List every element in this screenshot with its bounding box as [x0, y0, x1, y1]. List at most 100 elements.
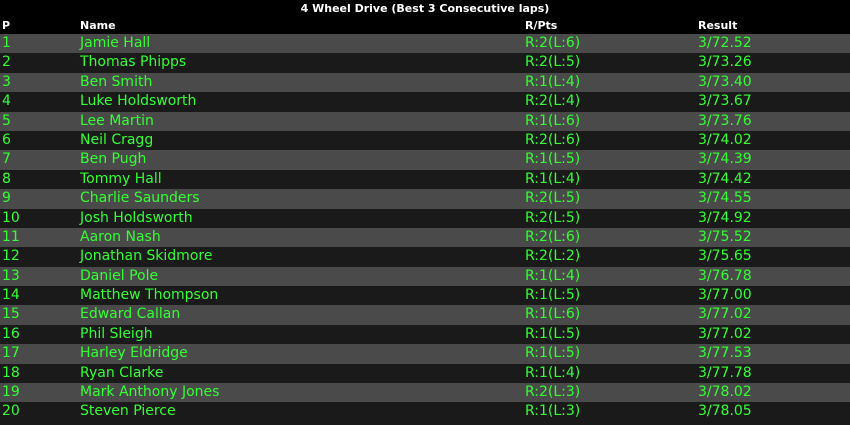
row-position: 19 [2, 384, 20, 401]
row-rpts: R:1(L:4) [525, 267, 581, 284]
row-name: Ryan Clarke [80, 364, 164, 381]
row-rpts: R:2(L:5) [525, 54, 581, 71]
table-row: 1 Jamie Hall R:2(L:6) 3/72.52 [0, 34, 850, 54]
row-result: 3/72.52 [698, 35, 752, 51]
row-result: 3/74.02 [698, 131, 752, 148]
row-position: 16 [2, 325, 20, 342]
row-position: 1 [2, 35, 11, 51]
table-row: 17 Harley Eldridge R:1(L:5) 3/77.53 [0, 344, 850, 364]
row-result: 3/77.53 [698, 345, 752, 362]
row-name: Steven Pierce [80, 403, 176, 420]
row-name: Tommy Hall [80, 170, 162, 187]
table-row: 15 Edward Callan R:1(L:6) 3/77.02 [0, 305, 850, 325]
table-row: 4 Luke Holdsworth R:2(L:4) 3/73.67 [0, 92, 850, 112]
row-result: 3/77.02 [698, 306, 752, 323]
row-name: Thomas Phipps [80, 54, 187, 71]
row-name: Ben Smith [80, 73, 153, 90]
row-result: 3/77.02 [698, 325, 752, 342]
row-rpts: R:1(L:4) [525, 73, 581, 90]
table-row: 8 Tommy Hall R:1(L:4) 3/74.42 [0, 169, 850, 190]
row-rpts: R:2(L:4) [525, 93, 581, 110]
row-rpts: R:2(L:6) [525, 131, 581, 148]
row-position: 17 [2, 345, 20, 362]
table-header: P Name R/Pts Result [0, 17, 850, 34]
row-position: 9 [2, 190, 11, 207]
row-rpts: R:1(L:5) [525, 151, 581, 168]
row-position: 18 [2, 364, 20, 381]
row-name: Edward Callan [80, 306, 181, 323]
row-name: Jonathan Skidmore [80, 248, 213, 265]
row-position: 5 [2, 112, 11, 129]
row-position: 13 [2, 267, 20, 284]
table-row: 19 Mark Anthony Jones R:2(L:3) 3/78.02 [0, 383, 850, 403]
header-result: Result [698, 19, 738, 32]
row-name: Daniel Pole [80, 267, 159, 284]
row-position: 15 [2, 306, 20, 323]
row-name: Harley Eldridge [80, 345, 188, 362]
row-rpts: R:1(L:6) [525, 306, 581, 323]
table-row: 6 Neil Cragg R:2(L:6) 3/74.02 [0, 130, 850, 151]
row-position: 10 [2, 209, 20, 226]
table-row: 13 Daniel Pole R:1(L:4) 3/76.78 [0, 266, 850, 287]
row-rpts: R:2(L:6) [525, 228, 581, 245]
row-result: 3/74.55 [698, 190, 752, 207]
row-name: Luke Holdsworth [80, 93, 197, 110]
row-result: 3/74.42 [698, 170, 752, 187]
row-name: Matthew Thompson [80, 287, 219, 304]
row-name: Ben Pugh [80, 151, 147, 168]
row-result: 3/73.26 [698, 54, 752, 71]
row-name: Neil Cragg [80, 131, 154, 148]
row-position: 4 [2, 93, 11, 110]
row-rpts: R:2(L:5) [525, 190, 581, 207]
row-result: 3/74.39 [698, 151, 752, 168]
table-row: 12 Jonathan Skidmore R:2(L:2) 3/75.65 [0, 247, 850, 267]
table-row: 2 Thomas Phipps R:2(L:5) 3/73.26 [0, 53, 850, 73]
row-position: 2 [2, 54, 11, 71]
row-result: 3/73.40 [698, 73, 752, 90]
row-result: 3/78.02 [698, 384, 752, 401]
table-row: 16 Phil Sleigh R:1(L:5) 3/77.02 [0, 324, 850, 345]
header-name: Name [80, 19, 116, 32]
table-row: 3 Ben Smith R:1(L:4) 3/73.40 [0, 72, 850, 93]
row-rpts: R:1(L:5) [525, 287, 581, 304]
row-position: 12 [2, 248, 20, 265]
row-result: 3/73.76 [698, 112, 752, 129]
row-rpts: R:2(L:3) [525, 384, 581, 401]
row-rpts: R:2(L:5) [525, 209, 581, 226]
table-row: 5 Lee Martin R:1(L:6) 3/73.76 [0, 111, 850, 131]
row-rpts: R:2(L:2) [525, 248, 581, 265]
table-body: 1 Jamie Hall R:2(L:6) 3/72.52 2 Thomas Phipps… [0, 34, 850, 422]
row-name: Aaron Nash [80, 228, 161, 245]
row-name: Jamie Hall [80, 35, 151, 51]
results-table: 4 Wheel Drive (Best 3 Consecutive laps) … [0, 0, 850, 425]
row-name: Mark Anthony Jones [80, 384, 220, 401]
row-position: 14 [2, 287, 20, 304]
row-result: 3/75.65 [698, 248, 752, 265]
row-result: 3/77.78 [698, 364, 752, 381]
table-row: 11 Aaron Nash R:2(L:6) 3/75.52 [0, 227, 850, 248]
table-title: 4 Wheel Drive (Best 3 Consecutive laps) [300, 2, 550, 15]
row-name: Josh Holdsworth [80, 209, 193, 226]
row-rpts: R:1(L:5) [525, 345, 581, 362]
row-rpts: R:1(L:4) [525, 364, 581, 381]
row-result: 3/73.67 [698, 93, 752, 110]
table-row: 10 Josh Holdsworth R:2(L:5) 3/74.92 [0, 208, 850, 228]
row-result: 3/75.52 [698, 228, 752, 245]
row-result: 3/77.00 [698, 287, 752, 304]
row-rpts: R:2(L:6) [525, 35, 581, 51]
row-name: Charlie Saunders [80, 190, 200, 207]
row-result: 3/76.78 [698, 267, 752, 284]
row-position: 11 [2, 228, 20, 245]
header-rpts: R/Pts [525, 19, 558, 32]
row-position: 8 [2, 170, 11, 187]
table-row: 18 Ryan Clarke R:1(L:4) 3/77.78 [0, 363, 850, 384]
row-position: 20 [2, 403, 20, 420]
row-position: 3 [2, 73, 11, 90]
row-name: Phil Sleigh [80, 325, 153, 342]
row-result: 3/74.92 [698, 209, 752, 226]
header-position: P [2, 19, 11, 32]
row-position: 6 [2, 131, 11, 148]
row-rpts: R:1(L:4) [525, 170, 581, 187]
row-rpts: R:1(L:5) [525, 325, 581, 342]
table-row: 7 Ben Pugh R:1(L:5) 3/74.39 [0, 150, 850, 170]
